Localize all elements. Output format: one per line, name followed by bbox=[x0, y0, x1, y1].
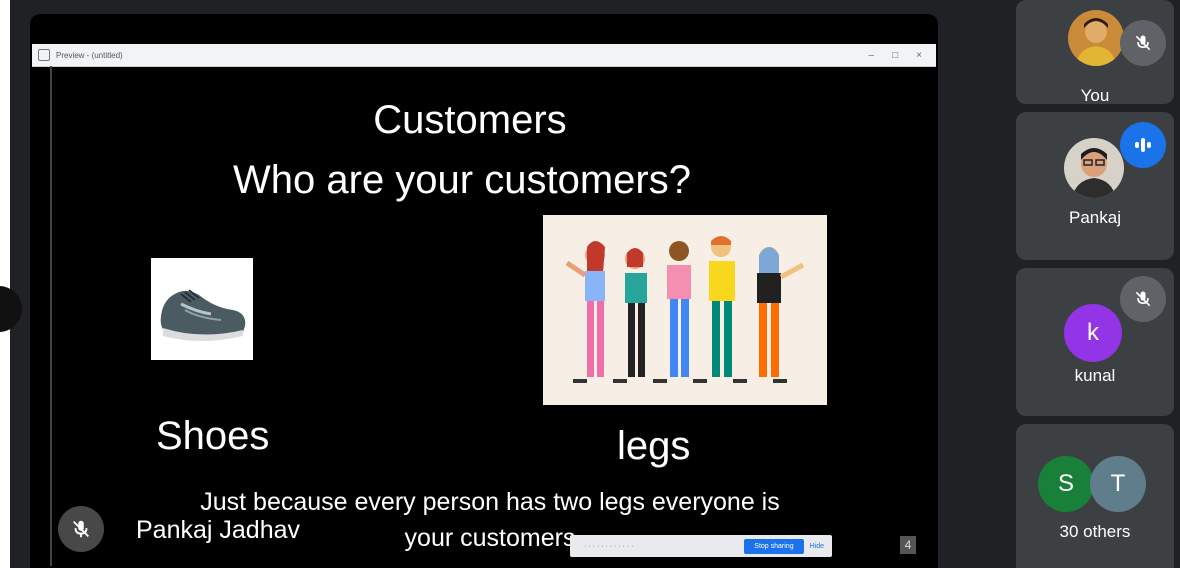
side-panel-toggle[interactable] bbox=[0, 286, 22, 332]
screen-share-notice: · · · · · · · · · · · · Stop sharing Hid… bbox=[570, 535, 832, 557]
close-icon[interactable]: × bbox=[916, 50, 922, 61]
participant-name: kunal bbox=[1074, 366, 1116, 385]
presentation-window-bar: Preview - (untitled) – □ × bbox=[32, 44, 936, 67]
stop-sharing-button[interactable]: Stop sharing bbox=[744, 538, 804, 554]
legs-caption: legs bbox=[617, 424, 691, 468]
mic-off-icon bbox=[1120, 20, 1166, 66]
shoes-caption: Shoes bbox=[156, 414, 270, 458]
participant-tile-kunal[interactable]: k kunal bbox=[1016, 268, 1174, 416]
people-illustration bbox=[543, 215, 827, 405]
avatar: S bbox=[1038, 456, 1094, 512]
shared-screen: Preview - (untitled) – □ × Customers Who… bbox=[30, 14, 938, 568]
presenter-name: Pankaj Jadhav bbox=[136, 516, 301, 544]
minimize-icon[interactable]: – bbox=[869, 50, 875, 61]
participant-tile-pankaj[interactable]: Pankaj bbox=[1016, 112, 1174, 260]
participant-tile-you[interactable]: You bbox=[1016, 0, 1174, 104]
avatar: T bbox=[1090, 456, 1146, 512]
share-notice-text: · · · · · · · · · · · · bbox=[584, 542, 634, 550]
mic-off-icon bbox=[58, 506, 104, 552]
speaking-indicator-icon bbox=[1120, 122, 1166, 168]
avatar: k bbox=[1064, 304, 1122, 362]
slide-title: Customers bbox=[373, 98, 567, 142]
window-app-icon bbox=[38, 49, 50, 61]
participant-tile-others[interactable]: S T 30 others bbox=[1016, 424, 1174, 568]
shoe-image bbox=[151, 258, 253, 360]
hide-button[interactable]: Hide bbox=[810, 543, 824, 550]
mic-off-icon bbox=[1120, 276, 1166, 322]
left-edge bbox=[0, 0, 10, 568]
slide-question: Who are your customers? bbox=[233, 158, 691, 202]
slide-page-number: 4 bbox=[900, 536, 916, 554]
participant-name: You bbox=[1080, 86, 1110, 104]
avatar bbox=[1068, 10, 1124, 66]
window-title: Preview - (untitled) bbox=[56, 50, 123, 60]
avatar bbox=[1064, 138, 1124, 198]
body-line-1: Just because every person has two legs e… bbox=[200, 488, 780, 516]
maximize-icon[interactable]: □ bbox=[892, 50, 898, 61]
window-controls: – □ × bbox=[869, 50, 922, 61]
participant-name: 30 others bbox=[1059, 522, 1131, 541]
participant-name: Pankaj bbox=[1069, 208, 1121, 227]
